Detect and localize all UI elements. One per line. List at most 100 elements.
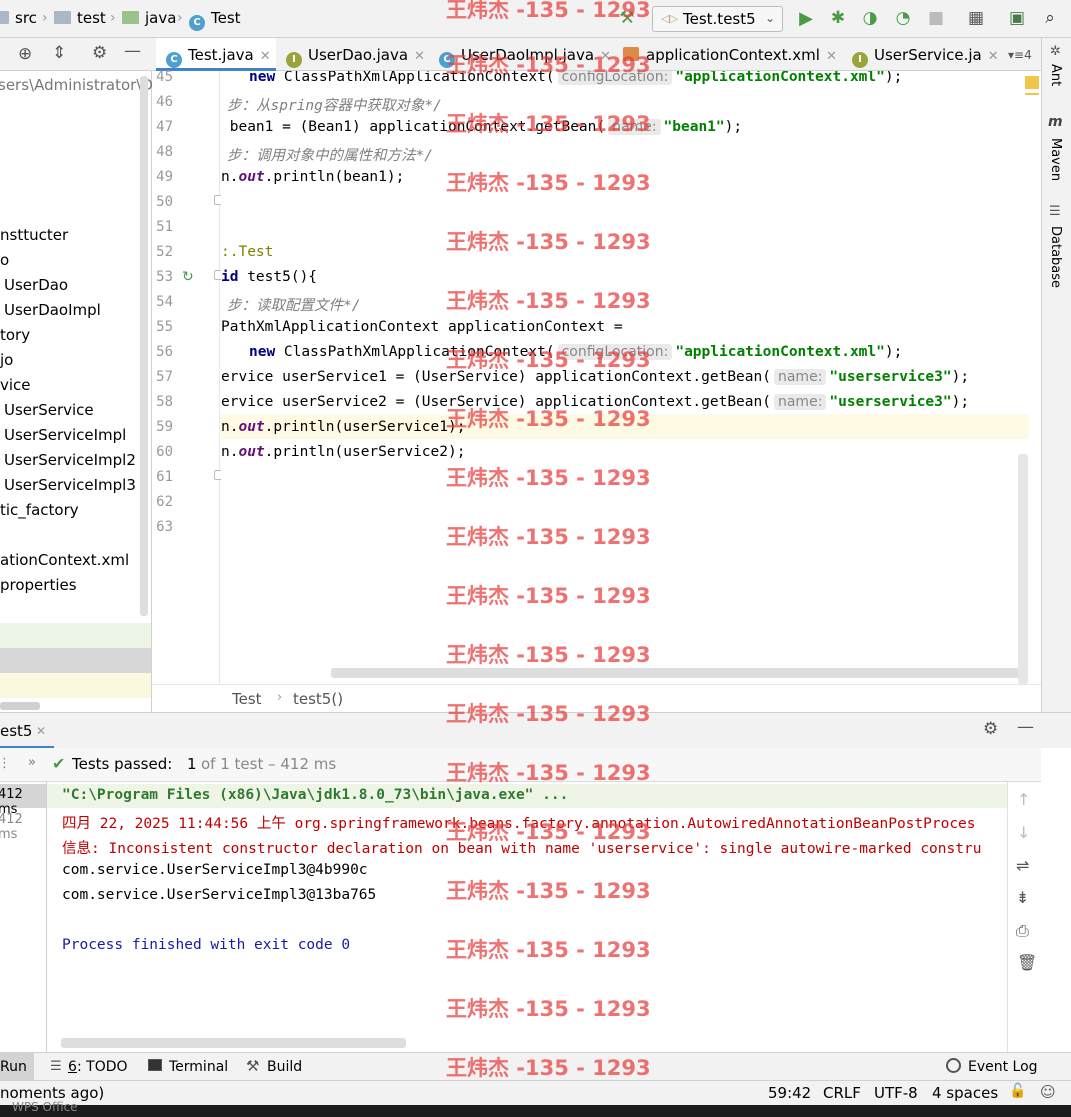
todo-shortcut-number: 6	[68, 1059, 77, 1075]
navigation-bar: src › test › java › C Test ⚒ ◁▷ Test.test…	[0, 0, 1071, 38]
line-number: 53	[156, 269, 173, 285]
tree-item[interactable]: vice	[0, 376, 31, 394]
minimize-icon[interactable]: —	[1017, 717, 1034, 737]
stop-icon[interactable]: ■	[926, 8, 946, 28]
arrow-up-icon[interactable]: ↑	[1017, 790, 1030, 809]
caret-position[interactable]: 59:42	[768, 1084, 811, 1102]
tab-test-java[interactable]: C Test.java ✕	[156, 38, 276, 71]
tab-userdao-java[interactable]: I UserDao.java ✕	[286, 38, 425, 71]
coverage-icon[interactable]: ◑	[860, 8, 880, 28]
tree-item[interactable]: UserDao	[4, 276, 68, 294]
tree-item[interactable]: tic_factory	[0, 501, 79, 519]
junit-icon: ◁▷	[661, 12, 678, 25]
soft-wrap-icon[interactable]: ⇌	[1016, 856, 1029, 875]
tree-item[interactable]: properties	[0, 576, 77, 594]
line-number: 54	[156, 294, 173, 310]
line-separator[interactable]: CRLF	[823, 1084, 861, 1102]
run-tab-label[interactable]: est5	[0, 722, 32, 740]
tab-applicationcontext-xml[interactable]: applicationContext.xml ✕	[623, 38, 837, 71]
tab-overflow-button[interactable]: ▾≡4	[1008, 38, 1038, 71]
vertical-scrollbar[interactable]	[140, 76, 148, 616]
breadcrumb-class[interactable]: Test	[232, 690, 262, 708]
warning-marker-icon[interactable]	[1025, 76, 1039, 89]
event-log-button[interactable]: Event Log	[968, 1059, 1038, 1075]
test-toolbar-icon[interactable]: ⋮	[0, 756, 11, 771]
print-icon[interactable]: ⎙	[1016, 921, 1029, 941]
locate-icon[interactable]: ⊕	[18, 44, 32, 64]
arrow-down-icon[interactable]: ↓	[1017, 823, 1030, 842]
terminal-window-icon[interactable]: ▣	[1007, 8, 1027, 28]
tree-item[interactable]: UserDaoImpl	[4, 301, 101, 319]
run-tool-button[interactable]: Run	[0, 1053, 34, 1080]
inspector-icon[interactable]: ☺	[1040, 1083, 1056, 1101]
todo-tool-button[interactable]: : TODO	[77, 1059, 128, 1075]
terminal-icon	[148, 1059, 162, 1071]
ant-tool-button[interactable]: Ant	[1048, 64, 1063, 86]
collapse-all-icon[interactable]: ⇕	[52, 43, 66, 63]
terminal-tool-button[interactable]: Terminal	[169, 1059, 228, 1075]
code-line-46: 步：从spring容器中获取对象*/	[227, 98, 442, 114]
editor-gutter: 45 46 47 48 49 50 51 52 53 54 55 56 57 5…	[152, 69, 224, 684]
vertical-scrollbar[interactable]	[1018, 454, 1028, 684]
run-icon[interactable]: ▶	[796, 8, 816, 29]
console-output[interactable]: "C:\Program Files (x86)\Java\jdk1.8.0_73…	[47, 782, 1007, 1052]
code-breadcrumb: Test › test5()	[152, 684, 1041, 712]
search-icon[interactable]: ⌕	[1040, 8, 1060, 28]
expand-toolbar-icon[interactable]: »	[28, 755, 36, 770]
project-panel-toolbar: ⊕ ⇕ ⚙ —	[0, 38, 152, 71]
tree-item[interactable]: ationContext.xml	[0, 551, 129, 569]
tree-item[interactable]: tory	[0, 326, 30, 344]
close-icon[interactable]: ✕	[260, 49, 271, 64]
parameter-hint: configLocation:	[557, 344, 673, 360]
database-tool-button[interactable]: Database	[1048, 226, 1063, 288]
code-editor[interactable]: new ClassPathXmlApplicationContext(confi…	[221, 71, 1029, 684]
test-results-tree: 412 ms 412 ms	[0, 782, 47, 1052]
run-test-gutter-icon[interactable]: ↻	[182, 269, 194, 285]
close-icon[interactable]: ✕	[414, 49, 425, 64]
taskbar-app-label[interactable]: WPS Office	[12, 1100, 78, 1114]
close-icon[interactable]: ✕	[988, 49, 999, 64]
unlock-icon[interactable]: 🔓	[1009, 1083, 1026, 1099]
crumb-test-class[interactable]: C Test	[189, 9, 241, 31]
file-encoding[interactable]: UTF-8	[874, 1084, 918, 1102]
parameter-hint: configLocation:	[557, 71, 673, 85]
run-configuration-select[interactable]: ◁▷ Test.test5 ⌄	[652, 6, 783, 32]
tree-item[interactable]: UserServiceImpl2	[4, 451, 136, 469]
profile-icon[interactable]: ◔	[893, 8, 913, 28]
build-tool-button[interactable]: Build	[267, 1059, 302, 1075]
horizontal-scrollbar[interactable]	[0, 702, 40, 710]
tree-item[interactable]: nsttucter	[0, 226, 68, 244]
close-icon[interactable]: ✕	[600, 49, 611, 64]
breadcrumb-method[interactable]: test5()	[293, 690, 343, 708]
error-stripe-marker[interactable]	[1025, 93, 1039, 95]
horizontal-scrollbar[interactable]	[61, 1038, 406, 1048]
gear-icon[interactable]: ⚙	[983, 719, 998, 739]
build-hammer-icon[interactable]: ⚒	[617, 8, 637, 28]
crumb-java[interactable]: java	[122, 9, 176, 27]
tree-item[interactable]: jo	[0, 351, 13, 369]
code-line-53: id test5(){	[221, 269, 318, 285]
tree-item[interactable]: UserServiceImpl	[4, 426, 126, 444]
crumb-src[interactable]: src	[0, 9, 37, 27]
tab-userdaoimpl-java[interactable]: C UserDaoImpl.java ✕	[439, 38, 611, 71]
project-structure-icon[interactable]: ▦	[966, 8, 986, 28]
indent-setting[interactable]: 4 spaces	[932, 1084, 998, 1102]
source-folder-icon	[122, 11, 139, 24]
minimize-icon[interactable]: —	[124, 41, 141, 61]
horizontal-scrollbar[interactable]	[331, 668, 1019, 678]
gear-icon[interactable]: ⚙	[92, 43, 107, 63]
tests-passed-label: Tests passed:	[72, 755, 173, 773]
debug-icon[interactable]: ✱	[828, 8, 848, 28]
tree-item[interactable]: UserService	[4, 401, 94, 419]
console-line: com.service.UserServiceImpl3@4b990c	[62, 862, 368, 878]
tree-item[interactable]: o	[0, 251, 9, 269]
maven-tool-button[interactable]: Maven	[1048, 138, 1063, 181]
trash-icon[interactable]: 🗑	[1017, 953, 1037, 972]
chevron-down-icon: ⌄	[764, 11, 775, 25]
tab-userservice-java[interactable]: I UserService.ja ✕	[852, 38, 1002, 71]
close-icon[interactable]: ✕	[826, 49, 837, 64]
tree-item[interactable]: UserServiceImpl3	[4, 476, 136, 494]
crumb-test[interactable]: test	[54, 9, 106, 27]
close-icon[interactable]: ✕	[36, 724, 46, 738]
scroll-to-end-icon[interactable]: ⇟	[1016, 888, 1029, 907]
